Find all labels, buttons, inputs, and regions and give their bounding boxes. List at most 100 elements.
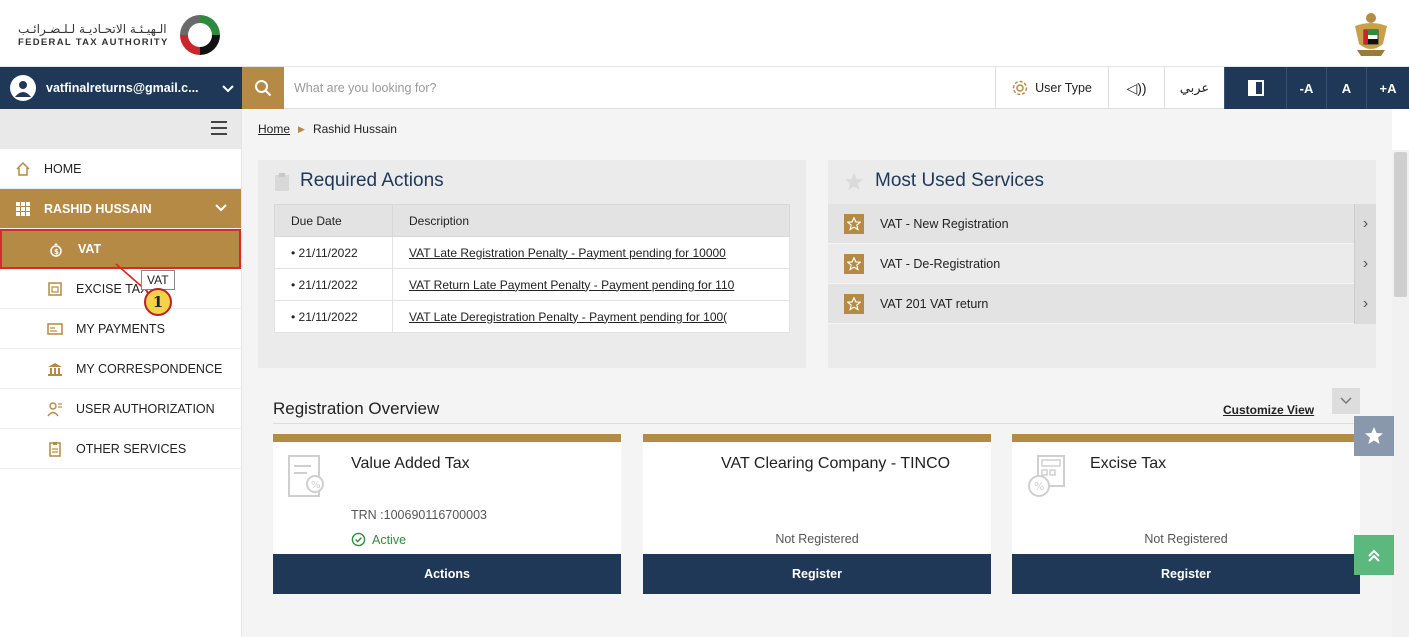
actions-button[interactable]: Actions <box>273 554 621 594</box>
excise-calculator-icon: % <box>1028 455 1065 497</box>
scroll-to-top-button[interactable] <box>1354 535 1394 575</box>
font-decrease-button[interactable]: -A <box>1286 67 1326 109</box>
fta-logo[interactable]: الـهيـئـة الاتحـاديـة لـلـضـرائـب FEDERA… <box>18 12 225 58</box>
breadcrumb-home-link[interactable]: Home <box>258 122 290 136</box>
excise-icon <box>46 280 64 298</box>
hamburger-menu-icon[interactable] <box>211 121 227 135</box>
card-title: Excise Tax <box>1090 455 1167 472</box>
search-button[interactable] <box>242 67 284 109</box>
chevron-right-icon[interactable]: › <box>1354 244 1376 284</box>
clipboard-icon <box>46 440 64 458</box>
sidebar-header <box>0 109 241 149</box>
check-circle-icon <box>351 532 366 547</box>
sidebar: HOME RASHID HUSSAIN $ VAT EXCISE TAX MY … <box>0 109 242 637</box>
register-button[interactable]: Register <box>1012 554 1360 594</box>
favorites-float-button[interactable] <box>1354 416 1394 456</box>
action-link[interactable]: VAT Late Deregistration Penalty - Paymen… <box>392 300 790 333</box>
user-avatar-icon <box>10 75 36 101</box>
fta-logo-icon <box>179 15 220 55</box>
sidebar-item-label: OTHER SERVICES <box>76 441 187 456</box>
chevron-down-icon[interactable] <box>215 201 227 215</box>
step-callout-badge: 1 <box>144 288 172 316</box>
due-date-cell: • 21/11/2022 <box>274 300 393 333</box>
user-account-menu[interactable]: vatfinalreturns@gmail.c... <box>0 67 242 109</box>
service-label: VAT - New Registration <box>880 216 1009 231</box>
service-item-vat-201-return[interactable]: VAT 201 VAT return › <box>828 284 1376 324</box>
sidebar-item-label: VAT <box>78 242 102 256</box>
action-link[interactable]: VAT Return Late Payment Penalty - Paymen… <box>392 268 790 301</box>
search-input[interactable] <box>294 75 974 101</box>
clipboard-icon <box>275 173 289 191</box>
customize-view-link[interactable]: Customize View <box>1223 403 1314 417</box>
sidebar-item-home[interactable]: HOME <box>0 149 241 189</box>
top-header: الـهيـئـة الاتحـاديـة لـلـضـرائـب FEDERA… <box>0 0 1409 67</box>
card-title: VAT Clearing Company - TINCO <box>721 455 951 472</box>
vat-tooltip: VAT <box>141 270 175 290</box>
contrast-icon <box>1247 80 1264 96</box>
column-header-description: Description <box>392 204 790 237</box>
svg-text:%: % <box>1034 480 1044 493</box>
user-auth-icon <box>46 400 64 418</box>
home-icon <box>14 160 32 178</box>
due-date-cell: • 21/11/2022 <box>274 268 393 301</box>
sidebar-item-rashid-hussain[interactable]: RASHID HUSSAIN <box>0 189 241 229</box>
most-used-services-panel: Most Used Services VAT - New Registratio… <box>828 160 1376 368</box>
user-type-label: User Type <box>1035 81 1092 95</box>
main-navbar: vatfinalreturns@gmail.c... User Type ◁))… <box>0 67 1409 109</box>
star-outline-icon <box>844 293 864 314</box>
user-type-button[interactable]: User Type <box>995 67 1108 109</box>
gear-icon <box>1012 80 1028 96</box>
font-normal-button[interactable]: A <box>1326 67 1366 109</box>
language-arabic-button[interactable]: عربي <box>1164 67 1224 109</box>
vat-document-icon: % <box>288 455 324 497</box>
registration-card-excise: % Excise Tax Not Registered Register <box>1012 434 1360 594</box>
sidebar-item-label: MY PAYMENTS <box>76 321 165 336</box>
scrollbar-thumb[interactable] <box>1394 152 1407 297</box>
sidebar-item-my-correspondence[interactable]: MY CORRESPONDENCE <box>0 349 241 389</box>
contrast-button[interactable] <box>1224 67 1286 109</box>
star-outline-icon <box>844 253 864 274</box>
sidebar-item-other-services[interactable]: OTHER SERVICES <box>0 429 241 469</box>
required-actions-table: Due Date Description • 21/11/2022 VAT La… <box>274 204 790 333</box>
user-email: vatfinalreturns@gmail.c... <box>46 81 199 95</box>
chevron-down-icon[interactable] <box>214 80 242 96</box>
breadcrumb: Home ▶ Rashid Hussain <box>258 122 397 136</box>
table-row: • 21/11/2022 VAT Late Deregistration Pen… <box>274 300 790 333</box>
service-item-vat-new-registration[interactable]: VAT - New Registration › <box>828 204 1376 244</box>
sidebar-item-user-authorization[interactable]: USER AUTHORIZATION <box>0 389 241 429</box>
service-label: VAT - De-Registration <box>880 256 1001 271</box>
due-date-cell: • 21/11/2022 <box>274 236 393 269</box>
registration-overview-title: Registration Overview <box>273 399 440 418</box>
breadcrumb-current: Rashid Hussain <box>312 122 397 136</box>
chevron-right-icon[interactable]: › <box>1354 284 1376 324</box>
svg-text:$: $ <box>54 248 59 256</box>
breadcrumb-arrow-icon: ▶ <box>298 123 305 134</box>
grid-icon <box>14 200 32 218</box>
status-label: Not Registered <box>1144 532 1228 546</box>
collapse-toggle-button[interactable] <box>1332 388 1360 414</box>
logo-english-text: FEDERAL TAX AUTHORITY <box>18 36 169 48</box>
required-actions-title: Required Actions <box>300 170 444 191</box>
sidebar-item-label: USER AUTHORIZATION <box>76 401 215 416</box>
status-label: Active <box>372 532 407 547</box>
chevron-right-icon[interactable]: › <box>1354 204 1376 244</box>
required-actions-panel: Required Actions Due Date Description • … <box>258 160 806 368</box>
logo-arabic-text: الـهيـئـة الاتحـاديـة لـلـضـرائـب <box>18 22 167 37</box>
audio-button[interactable]: ◁)) <box>1108 67 1164 109</box>
service-item-vat-de-registration[interactable]: VAT - De-Registration › <box>828 244 1376 284</box>
service-label: VAT 201 VAT return <box>880 296 989 311</box>
search-icon <box>255 80 272 97</box>
speaker-icon: ◁)) <box>1126 79 1147 96</box>
chevron-down-icon <box>1340 397 1352 405</box>
font-increase-button[interactable]: +A <box>1366 67 1409 109</box>
registration-card-vat-clearing: VAT Clearing Company - TINCO Not Registe… <box>643 434 991 594</box>
sidebar-item-my-payments[interactable]: MY PAYMENTS <box>0 309 241 349</box>
action-link[interactable]: VAT Late Registration Penalty - Payment … <box>392 236 790 269</box>
bank-icon <box>46 360 64 378</box>
status-badge: Active <box>351 532 406 547</box>
register-button[interactable]: Register <box>643 554 991 594</box>
double-chevron-up-icon <box>1368 549 1380 562</box>
star-icon <box>845 173 863 190</box>
uae-emblem-icon <box>1355 13 1387 56</box>
table-row: • 21/11/2022 VAT Return Late Payment Pen… <box>274 268 790 301</box>
